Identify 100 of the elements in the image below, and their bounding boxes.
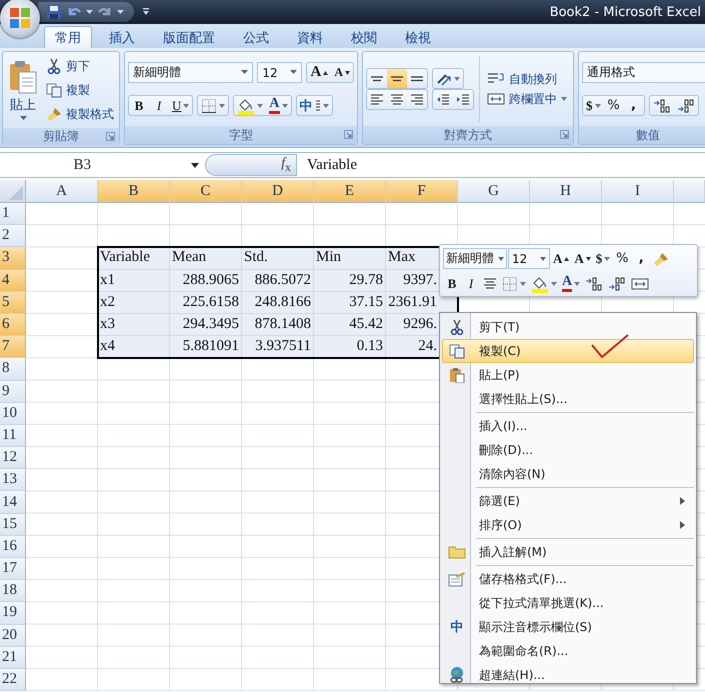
paste-button[interactable]: 貼上 [6, 60, 40, 120]
menu-item[interactable]: 排序(O) [442, 513, 694, 537]
wrap-text-button[interactable]: 自動換列 [485, 69, 559, 89]
row-header[interactable]: 6 [0, 314, 26, 336]
italic-button[interactable]: I [462, 274, 480, 293]
merge-center-button[interactable]: 跨欄置中 [485, 89, 569, 109]
dialog-launcher-icon[interactable] [344, 130, 353, 139]
ribbon-tab[interactable]: 資料 [286, 26, 334, 48]
row-header[interactable]: 8 [0, 358, 26, 380]
bold-button[interactable]: B [129, 96, 149, 115]
corner-triangle-icon [9, 186, 23, 200]
row-header[interactable]: 9 [0, 380, 26, 403]
column-header[interactable]: C [170, 180, 242, 203]
font-color-button[interactable]: A [560, 274, 582, 293]
row-header[interactable]: 5 [0, 292, 26, 314]
phonetic-guide-button[interactable]: 中 [296, 96, 332, 115]
font-name-dropdown[interactable]: 新細明體 [443, 248, 507, 269]
middle-align-button[interactable] [387, 69, 407, 88]
cut-button[interactable]: 剪下 [44, 56, 116, 76]
row-header[interactable]: 7 [0, 336, 26, 358]
menu-item[interactable]: 從下拉式清單挑選(K)... [442, 591, 694, 615]
ribbon-tab[interactable]: 版面配置 [152, 26, 226, 48]
column-header[interactable]: I [602, 180, 674, 203]
column-header[interactable]: F [386, 180, 458, 203]
row-header[interactable]: 14 [0, 491, 26, 514]
column-header[interactable]: H [530, 180, 602, 203]
menu-item[interactable]: 複製(C) [442, 339, 694, 363]
currency-button[interactable]: $ [594, 249, 612, 268]
comma-button[interactable]: , [624, 96, 644, 115]
row-header[interactable]: 19 [0, 602, 26, 625]
row-header[interactable]: 12 [0, 447, 26, 470]
ribbon-tab[interactable]: 校閱 [340, 26, 388, 48]
ribbon-tab[interactable]: 公式 [232, 26, 280, 48]
merge-cells-icon [631, 276, 650, 292]
copy-button[interactable]: 複製 [44, 80, 116, 100]
number-format-dropdown[interactable]: 通用格式 [582, 62, 705, 83]
currency-button[interactable]: $ [583, 96, 604, 115]
shrink-font-button[interactable]: A [572, 249, 593, 268]
menu-item[interactable]: 插入註解(M) [442, 540, 694, 564]
underline-button[interactable]: U [169, 96, 192, 115]
row-header[interactable]: 4 [0, 270, 26, 292]
menu-item[interactable]: 超連結(H)... [442, 663, 694, 687]
submenu-arrow-icon [680, 521, 685, 529]
column-header[interactable]: D [242, 180, 314, 203]
caret-icon[interactable] [86, 10, 93, 14]
caret-icon[interactable] [117, 10, 124, 14]
insert-function-button[interactable]: f$_{x}$ [205, 154, 297, 176]
row-header[interactable]: 22 [0, 668, 26, 692]
shrink-font-button[interactable]: A [331, 63, 353, 82]
italic-button[interactable]: I [149, 96, 169, 115]
ribbon-tab[interactable]: 常用 [44, 26, 92, 48]
row-header[interactable]: 3 [0, 247, 26, 270]
menu-item[interactable]: 清除內容(N) [442, 462, 694, 486]
row-header[interactable]: 1 [0, 203, 26, 226]
menu-item[interactable]: 插入(I)... [442, 414, 694, 438]
formula-field[interactable]: Variable [297, 156, 705, 174]
grow-font-button[interactable]: A [307, 63, 332, 82]
percent-button[interactable]: % [613, 249, 632, 268]
column-header[interactable]: A [26, 180, 98, 203]
font-name-dropdown[interactable]: 新細明體 [128, 62, 254, 83]
caret-icon [498, 256, 504, 260]
up-caret-icon [323, 70, 328, 74]
row-header[interactable]: 2 [0, 225, 26, 248]
row-header[interactable]: 17 [0, 558, 26, 580]
row-header[interactable]: 13 [0, 469, 26, 492]
font-size-dropdown[interactable]: 12 [508, 248, 550, 269]
row-header[interactable]: 10 [0, 402, 26, 425]
column-header[interactable]: B [98, 180, 170, 203]
table-cell: x3 [98, 314, 170, 336]
customize-caret-icon[interactable] [142, 8, 150, 16]
ribbon-tab[interactable]: 插入 [98, 26, 146, 48]
menu-item[interactable]: 儲存格格式(F)... [442, 567, 694, 591]
row-header[interactable]: 20 [0, 624, 26, 647]
grow-font-button[interactable]: A [551, 249, 572, 268]
font-size-dropdown[interactable]: 12 [257, 62, 302, 83]
row-header[interactable]: 18 [0, 580, 26, 602]
dialog-launcher-icon[interactable] [560, 130, 569, 139]
comma-button[interactable]: , [632, 249, 650, 268]
menu-item[interactable]: 刪除(D)... [442, 438, 694, 462]
row-header[interactable]: 21 [0, 646, 26, 669]
format-painter-button[interactable]: 複製格式 [44, 104, 116, 124]
bold-button[interactable]: B [443, 274, 461, 293]
menu-item[interactable]: 貼上(P) [442, 363, 694, 387]
column-header[interactable]: G [458, 180, 530, 203]
menu-item[interactable]: 為範圍命名(R)... [442, 639, 694, 663]
row-header[interactable]: 16 [0, 536, 26, 558]
percent-button[interactable]: % [604, 96, 624, 115]
row-header[interactable]: 11 [0, 424, 26, 448]
menu-item[interactable]: 中 顯示注音標示欄位(S) [442, 615, 694, 639]
dialog-launcher-icon[interactable] [106, 132, 115, 141]
menu-item[interactable]: 篩選(E) [442, 489, 694, 513]
row-header[interactable]: 15 [0, 514, 26, 536]
table-cell: 225.6158 [170, 292, 242, 314]
column-header[interactable]: E [314, 180, 386, 203]
table-cell: 886.5072 [242, 270, 314, 292]
border-grid-icon [201, 98, 218, 114]
menu-item[interactable]: 選擇性貼上(S)... [442, 387, 694, 411]
save-icon[interactable] [46, 4, 62, 20]
ribbon-tab[interactable]: 檢視 [394, 26, 442, 48]
name-box[interactable]: B3 [0, 153, 205, 177]
